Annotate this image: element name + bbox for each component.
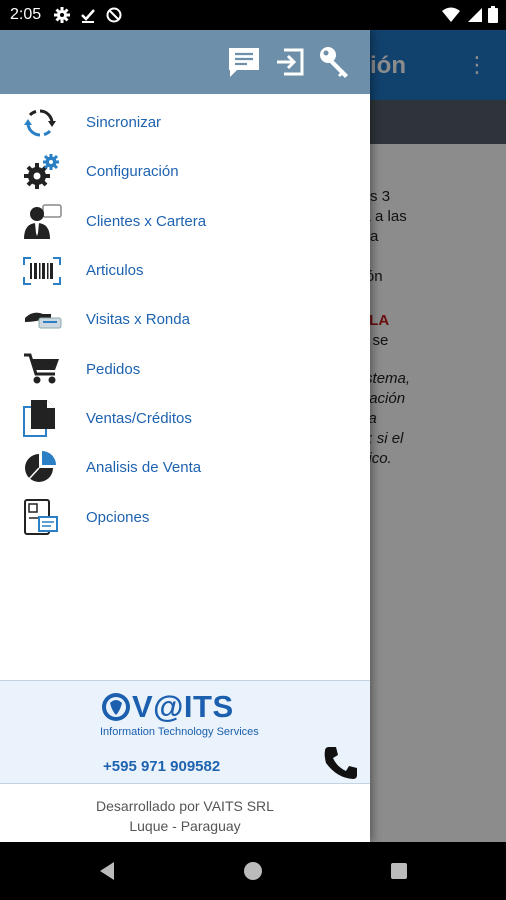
menu-label: Configuración [86,163,179,181]
menu-item-articulos[interactable]: Articulos [0,246,370,295]
home-icon[interactable] [242,860,264,882]
menu-item-pedidos[interactable]: Pedidos [0,344,370,393]
credit-line: Desarrollado por VAITS SRL [96,798,274,814]
menu-label: Pedidos [86,360,141,378]
battery-icon [488,6,498,23]
visit-handshake-icon [0,295,86,344]
settings-status-icon [53,6,71,24]
menu-item-opciones[interactable]: Opciones [0,492,370,541]
company-footer: V@ITS Information Technology Services +5… [0,680,370,784]
menu-label: Clientes x Cartera [86,212,207,230]
back-icon[interactable] [96,860,118,882]
menu-item-clientes-x-cartera[interactable]: Clientes x Cartera [0,197,370,246]
globe-icon [102,693,130,721]
menu-item-configuracion[interactable]: Configuración [0,147,370,196]
shopping-cart-icon [0,345,86,394]
drawer-header [0,30,370,94]
menu-label: Sincronizar [86,114,162,132]
recents-icon[interactable] [388,860,410,882]
documents-icon [0,394,86,443]
menu-item-visitas-x-ronda[interactable]: Visitas x Ronda [0,295,370,344]
data-saver-icon [105,6,123,24]
menu-item-analisis-de-venta[interactable]: Analisis de Venta [0,443,370,492]
menu-label: Opciones [86,508,150,526]
menu-label: Analisis de Venta [86,459,202,477]
navigation-drawer: Sincronizar Configuración Clientes x Car… [0,30,370,842]
menu-label: Articulos [86,262,144,280]
login-icon[interactable] [272,44,308,80]
credits: Desarrollado por VAITS SRL Luque - Parag… [0,796,370,836]
logo-text: V@ITS [132,689,234,724]
menu-label: Visitas x Ronda [86,311,190,329]
settings-gears-icon [0,147,86,196]
client-portfolio-icon [0,197,86,246]
vaits-logo: V@ITS Information Technology Services [100,689,275,739]
key-icon[interactable] [317,44,353,80]
wifi-icon [442,7,460,23]
system-navigation-bar [0,842,506,900]
menu-item-ventas-creditos[interactable]: Ventas/Créditos [0,394,370,443]
drawer-menu: Sincronizar Configuración Clientes x Car… [0,98,370,542]
download-done-icon [79,6,97,24]
menu-label: Ventas/Créditos [86,409,192,427]
menu-item-sincronizar[interactable]: Sincronizar [0,98,370,147]
credit-line: Luque - Paraguay [129,818,241,834]
messages-icon[interactable] [226,44,262,80]
barcode-icon [0,246,86,295]
phone-number[interactable]: +595 971 909582 [103,758,220,775]
pie-chart-icon [0,443,86,492]
sync-icon [0,98,86,147]
status-bar: 2:05 [0,0,506,30]
logo-subtitle: Information Technology Services [100,726,259,738]
signal-icon [466,7,482,23]
status-time: 2:05 [10,6,42,23]
options-tablet-icon [0,493,86,542]
phone-icon[interactable] [323,745,359,781]
